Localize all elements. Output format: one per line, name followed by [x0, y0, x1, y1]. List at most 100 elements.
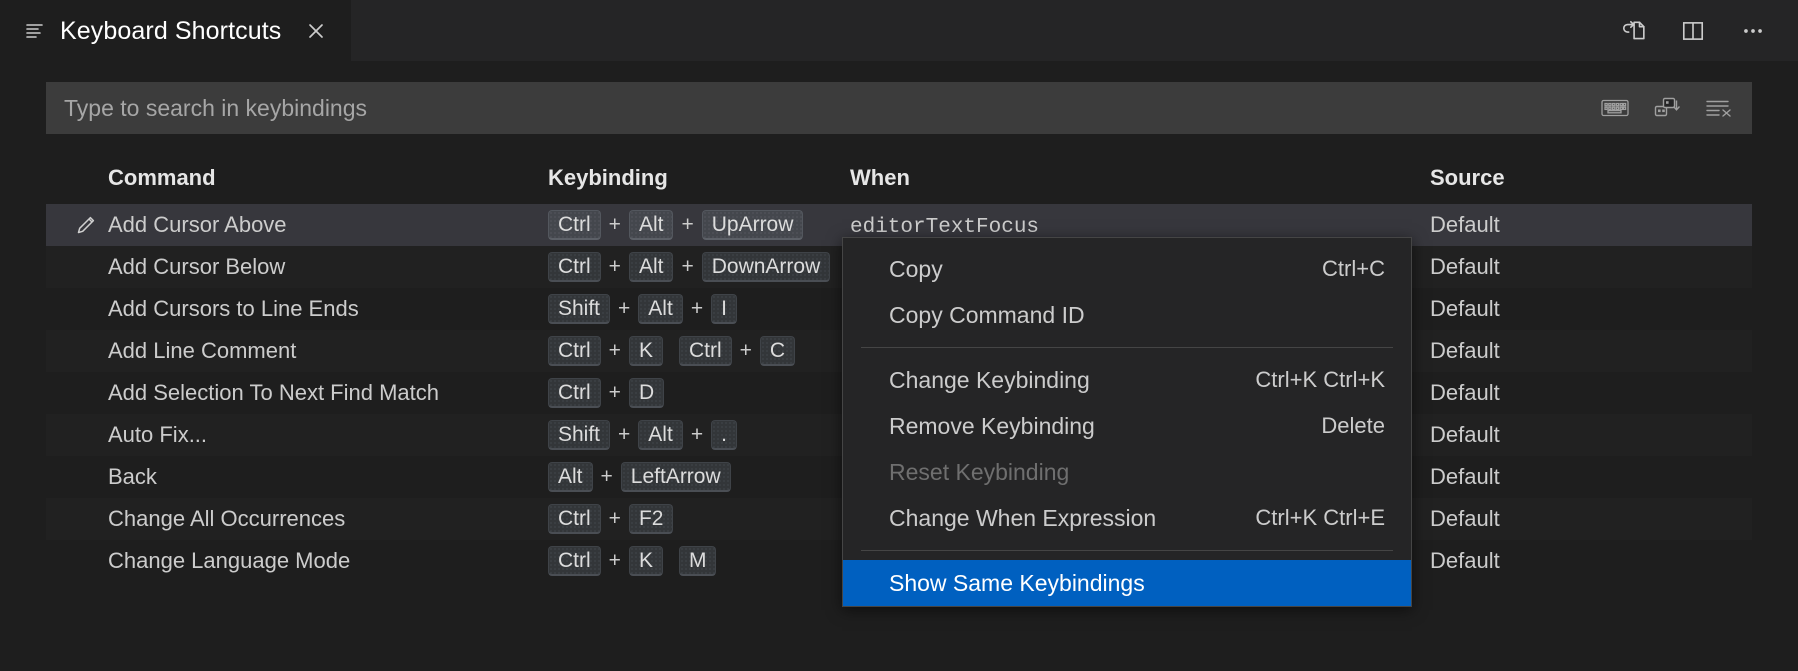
menu-item-label: Change Keybinding — [889, 367, 1231, 394]
key-chip: Alt — [629, 210, 674, 240]
key-chip: DownArrow — [702, 252, 831, 282]
column-header-when[interactable]: When — [838, 165, 1418, 191]
key-chord: Ctrl+Alt+DownArrow — [548, 252, 830, 282]
key-separator: + — [683, 423, 711, 447]
cell-keybinding: Ctrl+KCtrl+C — [546, 336, 838, 366]
command-label: Auto Fix... — [108, 422, 207, 448]
cell-keybinding: Alt+LeftArrow — [546, 462, 838, 492]
menu-item-shortcut: Delete — [1321, 413, 1385, 439]
key-chip: D — [629, 378, 664, 408]
menu-item-label: Change When Expression — [889, 505, 1231, 532]
cell-source: Default — [1418, 506, 1718, 532]
menu-item-copy[interactable]: Copy Ctrl+C — [843, 246, 1411, 292]
key-chord: Alt+LeftArrow — [548, 462, 731, 492]
clear-keybindings-search-icon[interactable] — [1704, 93, 1734, 123]
keybinding-chips: Ctrl+D — [548, 378, 664, 408]
tab-label: Keyboard Shortcuts — [60, 17, 281, 46]
menu-item-change-keybinding[interactable]: Change Keybinding Ctrl+K Ctrl+K — [843, 357, 1411, 403]
keybinding-chips: Ctrl+KCtrl+C — [548, 336, 795, 366]
cell-command: Add Cursor Above — [46, 212, 546, 238]
key-separator: + — [601, 381, 629, 405]
editor-actions — [1616, 0, 1798, 61]
source-label: Default — [1430, 464, 1500, 489]
tab-keyboard-shortcuts[interactable]: Keyboard Shortcuts — [0, 0, 351, 61]
key-chip: M — [679, 546, 717, 576]
cell-source: Default — [1418, 296, 1718, 322]
key-chip: Alt — [638, 420, 683, 450]
key-chip: Alt — [629, 252, 674, 282]
key-chip: Alt — [548, 462, 593, 492]
key-chord: Shift+Alt+. — [548, 420, 737, 450]
key-chip: Ctrl — [548, 252, 601, 282]
menu-item-copy-command-id[interactable]: Copy Command ID — [843, 292, 1411, 338]
cell-command: Back — [46, 464, 546, 490]
menu-item-remove-keybinding[interactable]: Remove Keybinding Delete — [843, 403, 1411, 449]
key-separator: + — [593, 465, 621, 489]
key-chip: Ctrl — [679, 336, 732, 366]
cell-keybinding: Ctrl+D — [546, 378, 838, 408]
source-label: Default — [1430, 548, 1500, 573]
menu-item-label: Show Same Keybindings — [889, 570, 1385, 597]
record-keys-icon[interactable] — [1600, 93, 1630, 123]
key-separator: + — [610, 297, 638, 321]
command-label: Add Line Comment — [108, 338, 296, 364]
command-label: Back — [108, 464, 157, 490]
menu-item-show-same-keybindings[interactable]: Show Same Keybindings — [843, 560, 1411, 606]
key-chip: Ctrl — [548, 336, 601, 366]
menu-separator-2 — [861, 550, 1393, 551]
cell-keybinding: Ctrl+KM — [546, 546, 838, 576]
key-chord: M — [679, 546, 717, 576]
keybinding-chips: Ctrl+Alt+UpArrow — [548, 210, 803, 240]
open-keyboard-shortcuts-json-icon[interactable] — [1616, 14, 1650, 48]
keybinding-chips: Ctrl+Alt+DownArrow — [548, 252, 830, 282]
key-chip: UpArrow — [702, 210, 804, 240]
cell-command: Add Selection To Next Find Match — [46, 380, 546, 406]
cell-command: Change All Occurrences — [46, 506, 546, 532]
split-editor-icon[interactable] — [1676, 14, 1710, 48]
source-label: Default — [1430, 422, 1500, 447]
more-actions-icon[interactable] — [1736, 14, 1770, 48]
source-label: Default — [1430, 338, 1500, 363]
menu-separator-1 — [861, 347, 1393, 348]
pencil-icon[interactable] — [64, 213, 108, 237]
cell-keybinding: Ctrl+Alt+UpArrow — [546, 210, 838, 240]
close-icon[interactable] — [301, 16, 331, 46]
key-separator: + — [732, 339, 760, 363]
keybinding-chips: Ctrl+KM — [548, 546, 716, 576]
menu-item-label: Copy Command ID — [889, 302, 1385, 329]
menu-item-label: Remove Keybinding — [889, 413, 1297, 440]
menu-item-reset-keybinding: Reset Keybinding — [843, 449, 1411, 495]
key-chip: K — [629, 336, 663, 366]
cell-source: Default — [1418, 422, 1718, 448]
menu-item-shortcut: Ctrl+K Ctrl+K — [1255, 367, 1385, 393]
command-label: Add Cursor Below — [108, 254, 285, 280]
key-separator: + — [601, 255, 629, 279]
cell-keybinding: Shift+Alt+. — [546, 420, 838, 450]
command-label: Add Cursor Above — [108, 212, 287, 238]
key-chip: . — [711, 420, 737, 450]
key-chord: Shift+Alt+I — [548, 294, 737, 324]
source-label: Default — [1430, 296, 1500, 321]
search-input[interactable] — [46, 82, 1600, 134]
search-actions — [1600, 93, 1752, 123]
context-menu[interactable]: Copy Ctrl+C Copy Command ID Change Keybindi… — [842, 237, 1412, 607]
cell-when: editorTextFocus — [838, 212, 1418, 239]
sort-by-precedence-icon[interactable] — [1652, 93, 1682, 123]
key-chip: Shift — [548, 294, 610, 324]
column-header-source[interactable]: Source — [1418, 165, 1718, 191]
key-chord: Ctrl+Alt+UpArrow — [548, 210, 803, 240]
keybindings-search-bar[interactable] — [46, 82, 1752, 134]
column-header-keybinding[interactable]: Keybinding — [546, 165, 838, 191]
menu-item-label: Copy — [889, 256, 1298, 283]
command-label: Add Cursors to Line Ends — [108, 296, 359, 322]
key-separator: + — [673, 255, 701, 279]
key-chord: Ctrl+F2 — [548, 504, 673, 534]
key-chip: C — [760, 336, 795, 366]
menu-item-change-when-expression[interactable]: Change When ExpressionCtrl+K Ctrl+E — [843, 495, 1411, 541]
menu-item-shortcut: Ctrl+C — [1322, 256, 1385, 282]
column-header-command[interactable]: Command — [46, 165, 546, 191]
key-chip: LeftArrow — [621, 462, 731, 492]
command-label: Add Selection To Next Find Match — [108, 380, 439, 406]
keybinding-chips: Ctrl+F2 — [548, 504, 673, 534]
cell-command: Add Line Comment — [46, 338, 546, 364]
